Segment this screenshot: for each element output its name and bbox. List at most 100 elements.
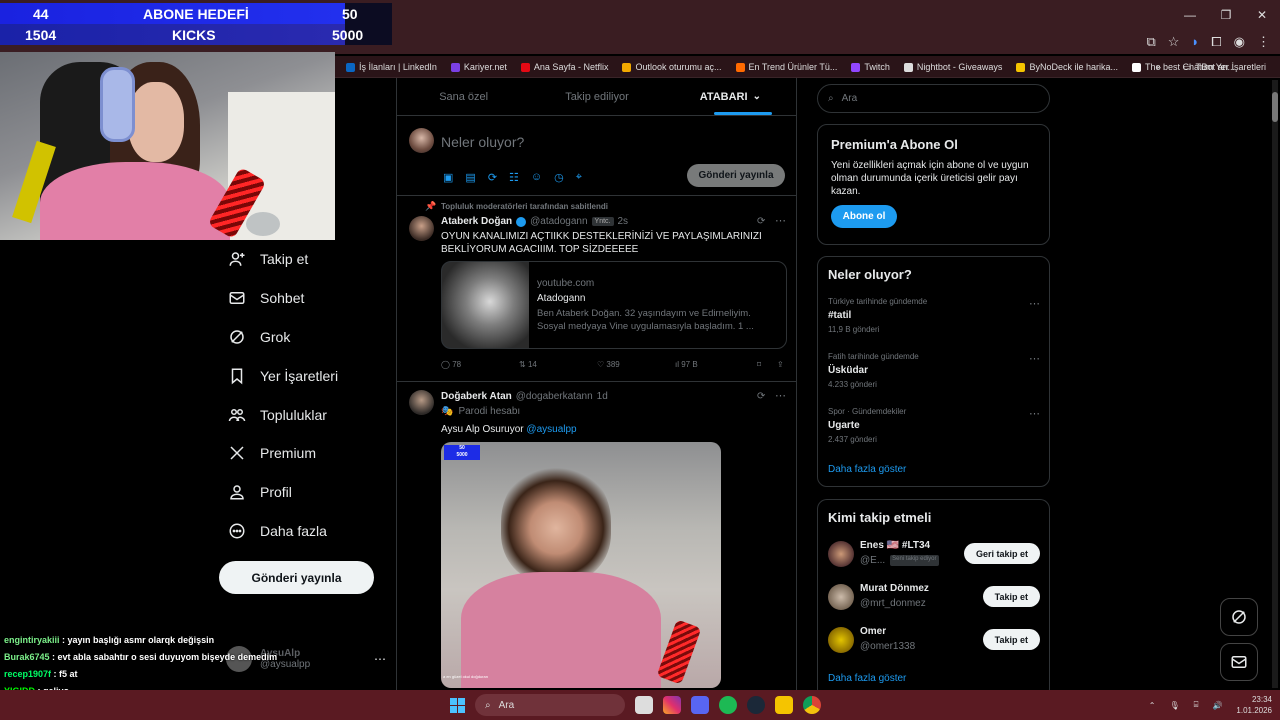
grok-icon[interactable]: ⟳ — [757, 216, 765, 227]
nav-label: Profil — [260, 484, 292, 501]
restore-icon[interactable]: ❐ — [1208, 0, 1244, 30]
volume-icon[interactable]: 🔊 — [1212, 701, 1222, 710]
taskbar-search[interactable]: ⌕ Ara — [475, 694, 625, 716]
repost-button[interactable]: ⇅ 14 — [519, 360, 597, 369]
follow-button[interactable]: Takip et — [982, 629, 1040, 650]
gif-icon[interactable]: ▤ — [465, 171, 475, 184]
tweet-handle[interactable]: @atadogann — [530, 216, 587, 227]
location-icon[interactable]: ⌖ — [576, 171, 582, 184]
nav-premium[interactable]: Premium — [218, 434, 388, 473]
nav-follow[interactable]: Takip et — [218, 240, 388, 279]
composer-input[interactable]: Neler oluyor? — [441, 134, 524, 150]
bookmark-item[interactable]: Nightbot - Giveaways — [903, 62, 1002, 72]
subscribe-button[interactable]: Abone ol — [831, 205, 897, 228]
tweet-time[interactable]: 2s — [618, 216, 629, 227]
nav-communities[interactable]: Topluluklar — [218, 395, 388, 434]
messages-fab[interactable] — [1220, 643, 1258, 681]
bookmark-item[interactable]: En Trend Ürünler Tü... — [735, 62, 837, 72]
bookmark-item[interactable]: Outlook oturumu aç... — [622, 62, 722, 72]
grok-icon[interactable]: ⟳ — [757, 391, 765, 402]
bookmark-icon[interactable]: ⌑ — [757, 360, 777, 369]
reply-button[interactable]: ◯ 78 — [441, 360, 519, 369]
bookmark-item[interactable]: Kariyer.net — [450, 62, 507, 72]
tweet[interactable]: 📌 Topluluk moderatörleri tarafından sabi… — [397, 196, 797, 382]
trend-item[interactable]: Fatih tarihinde gündemde Üsküdar 4.233 g… — [828, 352, 1040, 389]
star-icon[interactable]: ☆ — [1168, 34, 1180, 50]
poll-icon[interactable]: ☷ — [509, 171, 519, 184]
tweet[interactable]: Doğaberk Atan @dogaberkatann 1d ⟳ ⋯ 🎭 Par… — [397, 382, 797, 690]
mention-link[interactable]: @aysualpp — [526, 424, 576, 435]
repost-icon: ⇅ — [519, 360, 526, 369]
clock[interactable]: 23:34 1.01.2026 — [1236, 694, 1272, 716]
task-view-icon[interactable] — [635, 696, 653, 714]
bookmark-item[interactable]: İş İlanları | LinkedIn — [346, 62, 437, 72]
pin-icon: 📌 — [425, 201, 437, 211]
avatar[interactable] — [409, 216, 434, 241]
puzzle-icon[interactable]: ⧠ — [1211, 34, 1221, 50]
chevrons-icon[interactable]: » — [1156, 62, 1161, 72]
instagram-icon[interactable] — [663, 696, 681, 714]
follow-suggestion[interactable]: Enes 🇺🇸 #LT34 @E... Seni takip ediyor Ger… — [828, 538, 1040, 570]
trend-item[interactable]: Spor · Gündemdekiler Ugarte 2.437 gönder… — [828, 407, 1040, 444]
more-icon[interactable]: ⋯ — [1029, 297, 1040, 310]
nav-more[interactable]: Daha fazla — [218, 512, 388, 551]
tab-following[interactable]: Takip ediliyor — [530, 78, 663, 115]
scrollbar-thumb[interactable] — [1272, 92, 1278, 122]
follow-button[interactable]: Takip et — [982, 586, 1040, 607]
tab-community[interactable]: ATABARI ⌄ — [664, 78, 797, 115]
spotify-icon[interactable] — [719, 696, 737, 714]
extension-icon[interactable]: ◗ — [1191, 34, 1199, 50]
follow-suggestion[interactable]: Murat Dönmez @mrt_donmez Takip et — [828, 581, 1040, 613]
composer-post-button[interactable]: Gönderi yayınla — [687, 164, 785, 187]
tab-for-you[interactable]: Sana özel — [397, 78, 530, 115]
minimize-icon[interactable]: — — [1172, 0, 1208, 30]
tweet-media[interactable]: 50 5000 a en güzel okul doğduran — [441, 442, 721, 688]
tweet-author[interactable]: Doğaberk Atan — [441, 391, 512, 402]
schedule-icon[interactable]: ◷ — [554, 171, 564, 184]
cast-icon[interactable]: ⧉ — [1146, 34, 1155, 50]
nav-chat[interactable]: Sohbet — [218, 279, 388, 318]
grok-fab[interactable] — [1220, 598, 1258, 636]
search-input[interactable]: ⌕ Ara — [817, 84, 1050, 113]
trend-item[interactable]: Türkiye tarihinde gündemde #tatil 11,9 B… — [828, 297, 1040, 334]
close-icon[interactable]: ✕ — [1244, 0, 1280, 30]
nav-profile[interactable]: Profil — [218, 473, 388, 512]
nav-grok[interactable]: Grok — [218, 318, 388, 357]
microphone-icon[interactable]: 🎙 — [1169, 701, 1179, 710]
discord-icon[interactable] — [691, 696, 709, 714]
more-icon[interactable]: ⋯ — [775, 214, 786, 227]
more-icon[interactable]: ⋯ — [775, 389, 786, 402]
grok-icon[interactable]: ⟳ — [488, 171, 497, 184]
show-more-link[interactable]: Daha fazla göster — [828, 673, 906, 684]
post-button[interactable]: Gönderi yayınla — [219, 561, 374, 594]
tweet-handle[interactable]: @dogaberkatann — [516, 391, 593, 402]
bookmark-item[interactable]: Twitch — [851, 62, 890, 72]
scrollbar[interactable] — [1272, 80, 1278, 688]
tweet-time[interactable]: 1d — [597, 391, 608, 402]
windows-start-icon[interactable] — [450, 697, 465, 713]
views-button[interactable]: ıl 97 B — [675, 360, 757, 369]
follow-back-button[interactable]: Geri takip et — [963, 543, 1040, 564]
bookmark-item[interactable]: Ana Sayfa - Netflix — [520, 62, 608, 72]
follow-suggestion[interactable]: Omer @omer1338 Takip et — [828, 624, 1040, 656]
folder-icon[interactable] — [775, 696, 793, 714]
bookmark-item[interactable]: ByNoDeck ile harika... — [1016, 62, 1118, 72]
link-card[interactable]: youtube.com Atadogann Ben Ataberk Doğan.… — [441, 261, 787, 349]
chevron-up-icon[interactable]: ⌃ — [1149, 701, 1156, 710]
like-button[interactable]: ♡ 389 — [597, 360, 675, 369]
more-icon[interactable]: ⋯ — [1029, 352, 1040, 365]
network-icon[interactable]: ⌸ — [1194, 700, 1199, 710]
nav-bookmarks[interactable]: Yer İşaretleri — [218, 356, 388, 395]
chrome-icon[interactable] — [803, 696, 821, 714]
share-icon[interactable]: ⇪ — [777, 360, 784, 369]
all-bookmarks[interactable]: » ▭ Tüm Yer İşaretleri — [1156, 56, 1266, 78]
show-more-link[interactable]: Daha fazla göster — [828, 464, 906, 475]
emoji-icon[interactable]: ☺ — [531, 171, 542, 184]
avatar[interactable] — [409, 390, 434, 415]
more-icon[interactable]: ⋯ — [1029, 407, 1040, 420]
kebab-menu-icon[interactable]: ⋮ — [1257, 34, 1270, 50]
steam-icon[interactable] — [747, 696, 765, 714]
image-icon[interactable]: ▣ — [443, 171, 453, 184]
tweet-author[interactable]: Ataberk Doğan — [441, 216, 512, 227]
profile-avatar-icon[interactable]: ◉ — [1234, 34, 1245, 50]
